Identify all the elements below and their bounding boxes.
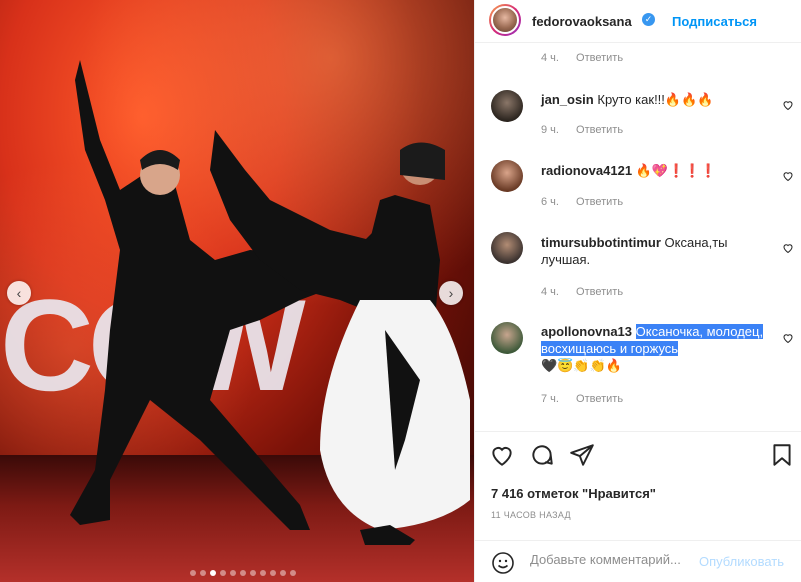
share-paper-plane-icon[interactable] <box>569 442 595 468</box>
comment-body: 🔥💖❗❗❗ <box>635 163 717 178</box>
commenter-avatar[interactable] <box>491 322 523 354</box>
commenter-avatar[interactable] <box>491 160 523 192</box>
carousel-dot <box>280 570 286 576</box>
carousel-indicator <box>190 570 296 576</box>
dancers-silhouette <box>70 60 470 545</box>
carousel-prev-button[interactable]: ‹ <box>7 281 31 305</box>
carousel-dot <box>200 570 206 576</box>
carousel-dot <box>290 570 296 576</box>
subscribe-button[interactable]: Подписаться <box>672 14 757 29</box>
chevron-left-icon: ‹ <box>16 285 22 301</box>
like-comment-heart-icon[interactable] <box>782 99 794 111</box>
carousel-dot <box>240 570 246 576</box>
comment-time: 9 ч. <box>541 124 559 136</box>
comment-item: timursubbotintimur Оксана,ты лучшая. <box>541 234 766 268</box>
commenter-avatar[interactable] <box>491 90 523 122</box>
carousel-dot <box>190 570 196 576</box>
reply-button[interactable]: Ответить <box>576 393 623 405</box>
comment-time: 4 ч. <box>541 52 559 64</box>
carousel-next-button[interactable]: › <box>439 281 463 305</box>
comment-time: 4 ч. <box>541 286 559 298</box>
comment-item: jan_osin Круто как!!!🔥🔥🔥 <box>541 91 766 108</box>
post-header: fedorovaoksana ✓ Подписаться <box>475 0 801 43</box>
reply-button[interactable]: Ответить <box>576 124 623 136</box>
comment-input[interactable] <box>530 552 690 567</box>
likes-count[interactable]: 7 416 отметок "Нравится" <box>491 486 656 501</box>
comment-username[interactable]: radionova4121 <box>541 163 632 178</box>
comment-time: 6 ч. <box>541 196 559 208</box>
publish-button[interactable]: Опубликовать <box>699 554 784 569</box>
commenter-avatar[interactable] <box>491 232 523 264</box>
comment-meta: 7 ч. Ответить <box>541 393 623 405</box>
reply-button[interactable]: Ответить <box>576 196 623 208</box>
carousel-dot <box>270 570 276 576</box>
emoji-smiley-icon[interactable] <box>491 551 515 575</box>
post-photo[interactable]: COW ‹ › <box>0 0 474 582</box>
reply-button[interactable]: Ответить <box>576 52 623 64</box>
like-comment-heart-icon[interactable] <box>782 332 794 344</box>
comment-username[interactable]: timursubbotintimur <box>541 235 661 250</box>
carousel-dot <box>260 570 266 576</box>
comment-item: apollonovna13 Оксаночка, молодец, восхищ… <box>541 323 766 374</box>
carousel-dot <box>230 570 236 576</box>
comment-time: 7 ч. <box>541 393 559 405</box>
comment-meta: 4 ч. Ответить <box>541 286 623 298</box>
carousel-dot <box>220 570 226 576</box>
reply-button[interactable]: Ответить <box>576 286 623 298</box>
chevron-right-icon: › <box>448 285 454 301</box>
verified-badge-icon: ✓ <box>642 13 655 26</box>
like-heart-icon[interactable] <box>489 442 515 468</box>
comment-meta: 9 ч. Ответить <box>541 124 623 136</box>
comment-bubble-icon[interactable] <box>529 442 555 468</box>
post-sidebar: fedorovaoksana ✓ Подписаться 4 ч. Ответи… <box>474 0 801 582</box>
author-avatar[interactable] <box>489 4 521 36</box>
comment-username[interactable]: jan_osin <box>541 92 594 107</box>
comments-list[interactable]: 4 ч. Ответить jan_osin Круто как!!!🔥🔥🔥 9… <box>475 43 801 431</box>
comment-body: Круто как!!!🔥🔥🔥 <box>597 92 714 107</box>
comment-username[interactable]: apollonovna13 <box>541 324 632 339</box>
comment-meta: 6 ч. Ответить <box>541 196 623 208</box>
author-username[interactable]: fedorovaoksana <box>532 14 632 29</box>
like-comment-heart-icon[interactable] <box>782 242 794 254</box>
add-comment-bar: Опубликовать <box>475 540 801 582</box>
carousel-dot <box>210 570 216 576</box>
post-actions <box>475 431 801 481</box>
comment-emoji: 🖤😇👏👏🔥 <box>541 358 622 373</box>
like-comment-heart-icon[interactable] <box>782 170 794 182</box>
post-time[interactable]: 11 ЧАСОВ НАЗАД <box>491 510 571 520</box>
comment-item: radionova4121 🔥💖❗❗❗ <box>541 162 766 179</box>
comment-meta: 4 ч. Ответить <box>541 52 623 64</box>
save-bookmark-icon[interactable] <box>769 442 795 468</box>
carousel-dot <box>250 570 256 576</box>
